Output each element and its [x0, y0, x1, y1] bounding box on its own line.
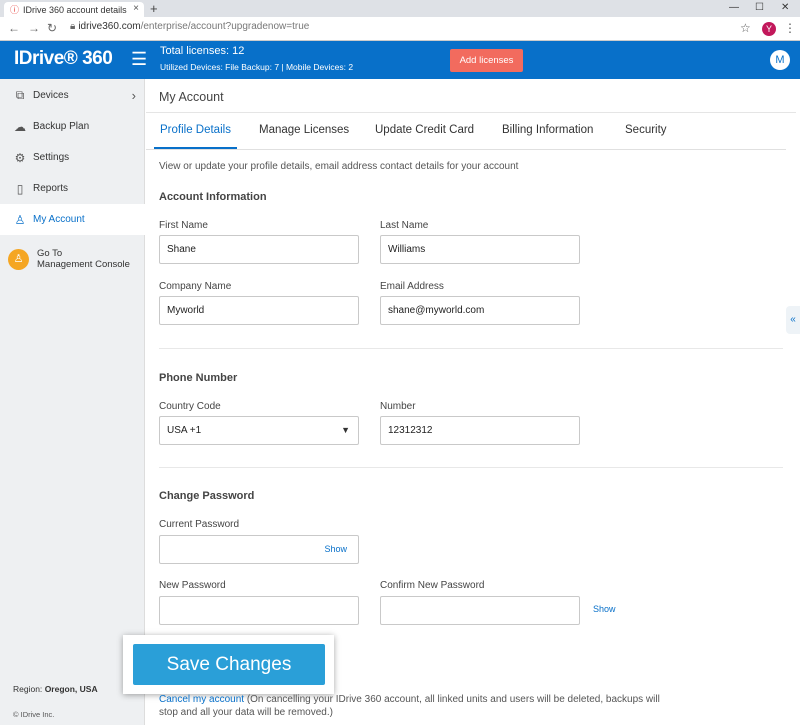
user-icon: ♙ — [14, 212, 26, 227]
confirm-password-label: Confirm New Password — [380, 580, 485, 591]
region-label: Region: — [13, 684, 43, 694]
first-name-field[interactable]: Shane — [159, 235, 359, 264]
current-password-field[interactable]: Show — [159, 535, 359, 564]
sidebar-item-label: Devices — [33, 90, 69, 101]
new-password-field[interactable] — [159, 596, 359, 625]
browser-profile-avatar[interactable]: Y — [762, 22, 776, 36]
add-licenses-button[interactable]: Add licenses — [450, 49, 523, 72]
dropdown-arrow-icon: ▼ — [341, 425, 350, 435]
sidebar-item-label: Backup Plan — [33, 121, 90, 132]
region-info: Region: Oregon, USA — [13, 684, 98, 694]
last-name-label: Last Name — [380, 220, 429, 231]
page-description: View or update your profile details, ema… — [159, 161, 519, 172]
change-password-heading: Change Password — [159, 490, 255, 502]
sidebar-item-label: My Account — [33, 214, 85, 225]
page-title: My Account — [159, 90, 224, 104]
phone-number-heading: Phone Number — [159, 372, 238, 384]
tab-security[interactable]: Security — [625, 124, 667, 136]
maximize-button[interactable]: ☐ — [755, 2, 764, 13]
idrive-logo[interactable]: IDrive® 360 — [14, 48, 113, 70]
window-close-button[interactable]: ✕ — [781, 2, 789, 13]
url-domain: idrive360.com — [78, 21, 141, 32]
url-field[interactable]: 🔒︎ idrive360.com/enterprise/account?upgra… — [70, 21, 309, 32]
section-divider — [159, 348, 783, 349]
back-arrow-icon[interactable]: ← — [8, 21, 20, 35]
email-address-label: Email Address — [380, 281, 444, 292]
account-information-heading: Account Information — [159, 191, 267, 203]
save-button-highlight: Save Changes — [123, 635, 334, 694]
url-path: /enterprise/account?upgradenow=true — [140, 21, 310, 32]
devices-icon: ⧉ — [15, 88, 25, 102]
goto-label: Go To Management Console — [37, 248, 130, 270]
company-name-field[interactable]: Myworld — [159, 296, 359, 325]
collapse-panel-icon[interactable]: « — [786, 306, 800, 334]
country-code-value: USA +1 — [167, 425, 202, 436]
region-value: Oregon, USA — [44, 684, 98, 694]
goto-line2: Management Console — [37, 259, 130, 270]
minimize-button[interactable]: — — [729, 2, 739, 13]
chevron-right-icon: › — [131, 88, 136, 103]
idrive-favicon-icon: ⓘ — [10, 5, 20, 15]
number-label: Number — [380, 401, 416, 412]
hamburger-menu-icon[interactable]: ☰ — [131, 49, 147, 70]
cancel-account-note: Cancel my account (On cancelling your ID… — [159, 693, 679, 719]
cancel-account-link[interactable]: Cancel my account — [159, 694, 244, 705]
browser-menu-icon[interactable]: ⋮ — [784, 21, 796, 35]
gear-icon: ⚙ — [14, 150, 26, 165]
tab-manage-licenses[interactable]: Manage Licenses — [259, 124, 349, 136]
show-new-password-button[interactable]: Show — [593, 604, 616, 614]
account-tabs: Profile Details Manage Licenses Update C… — [146, 113, 796, 150]
devices-summary: Utilized Devices: File Backup: 7 | Mobil… — [160, 62, 354, 72]
user-avatar[interactable]: M — [770, 50, 790, 70]
goto-management-console[interactable]: ♙ Go To Management Console — [0, 241, 145, 277]
company-name-label: Company Name — [159, 281, 232, 292]
last-name-field[interactable]: Williams — [380, 235, 580, 264]
cloud-upload-icon: ☁ — [14, 119, 26, 134]
section-divider — [159, 467, 783, 468]
show-current-password-button[interactable]: Show — [324, 536, 347, 563]
sidebar: ⧉ Devices › ☁ Backup Plan ⚙ Settings ▯ R… — [0, 79, 145, 725]
sidebar-item-settings[interactable]: ⚙ Settings — [0, 142, 145, 173]
tab-close-icon[interactable]: × — [133, 3, 139, 14]
email-field[interactable]: shane@myworld.com — [380, 296, 580, 325]
tab-update-credit-card[interactable]: Update Credit Card — [375, 124, 474, 136]
sidebar-item-reports[interactable]: ▯ Reports — [0, 173, 145, 204]
confirm-password-field[interactable] — [380, 596, 580, 625]
new-tab-button[interactable]: + — [150, 1, 158, 16]
sidebar-item-backup-plan[interactable]: ☁ Backup Plan — [0, 111, 145, 142]
goto-line1: Go To — [37, 248, 63, 259]
document-icon: ▯ — [16, 181, 24, 196]
first-name-label: First Name — [159, 220, 208, 231]
page-title-bar — [146, 79, 796, 113]
person-icon: ♙ — [8, 248, 29, 270]
reload-icon[interactable]: ↻ — [47, 21, 57, 35]
forward-arrow-icon[interactable]: → — [28, 21, 40, 35]
sidebar-item-label: Reports — [33, 183, 69, 194]
address-bar: ← → ↻ 🔒︎ idrive360.com/enterprise/account… — [0, 17, 800, 41]
tab-billing-information[interactable]: Billing Information — [502, 124, 593, 136]
copyright: © IDrive Inc. — [13, 710, 55, 719]
total-licenses: Total licenses: 12 — [160, 45, 245, 57]
tabs-divider — [146, 149, 786, 150]
save-changes-button[interactable]: Save Changes — [133, 644, 325, 685]
bookmark-star-icon[interactable]: ☆ — [740, 21, 751, 35]
browser-tab-title: IDrive 360 account details — [23, 4, 127, 15]
phone-number-field[interactable]: 12312312 — [380, 416, 580, 445]
browser-tabstrip: ⓘ IDrive 360 account details × + — ☐ ✕ — [0, 0, 800, 17]
tab-profile-details[interactable]: Profile Details — [160, 124, 231, 136]
country-code-select[interactable]: USA +1 ▼ — [159, 416, 359, 445]
app-header: IDrive® 360 ☰ Total licenses: 12 Utilize… — [0, 41, 800, 79]
sidebar-item-devices[interactable]: ⧉ Devices › — [0, 80, 145, 111]
lock-icon: 🔒︎ — [70, 21, 76, 32]
current-password-label: Current Password — [159, 519, 240, 530]
browser-tab[interactable]: ⓘ IDrive 360 account details × — [4, 2, 144, 17]
new-password-label: New Password — [159, 580, 226, 591]
sidebar-item-my-account[interactable]: ♙ My Account — [0, 204, 145, 235]
country-code-label: Country Code — [159, 401, 221, 412]
sidebar-item-label: Settings — [33, 152, 70, 163]
